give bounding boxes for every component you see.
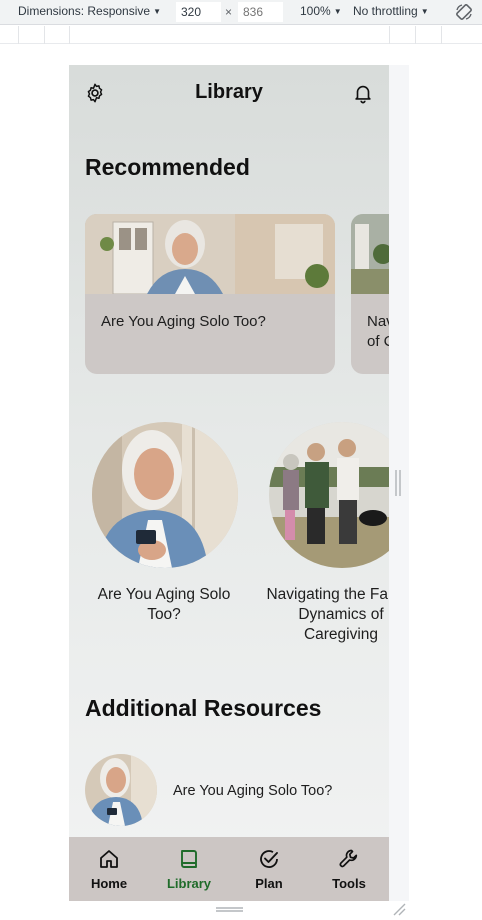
chevron-down-icon: ▼ — [333, 6, 342, 16]
card-photo-aging-solo — [85, 214, 335, 294]
recommended-card[interactable]: Navigating the Family Dynamics of Caregi… — [351, 214, 389, 374]
resource-label: Are You Aging Solo Too? — [173, 783, 333, 799]
nav-label: Library — [166, 876, 212, 891]
page-title: Library — [195, 81, 263, 103]
zoom-dropdown[interactable]: 100% ▼ — [300, 4, 342, 18]
dimensions-dropdown[interactable]: Dimensions: Responsive ▼ — [18, 4, 161, 18]
card-label: Navigating the Family Dynamics of Caregi… — [367, 313, 389, 350]
book-icon — [181, 850, 197, 868]
throttling-dropdown[interactable]: No throttling ▼ — [353, 4, 429, 18]
device-viewport: Library Recommended Are You Aging Solo T… — [69, 65, 389, 901]
width-input[interactable] — [176, 2, 221, 22]
chevron-down-icon: ▼ — [153, 6, 161, 16]
nav-item-library[interactable]: Library — [149, 837, 229, 901]
media-query-ruler — [0, 26, 482, 44]
nav-item-home[interactable]: Home — [69, 837, 149, 901]
app-header: Library — [69, 65, 389, 121]
nav-label: Tools — [332, 876, 366, 891]
device-toolbar: Dimensions: Responsive ▼ × 100% ▼ No thr… — [0, 0, 482, 25]
right-resize-handle[interactable] — [395, 470, 401, 496]
circle-caption: Navigating the Family Dynamics of Caregi… — [266, 586, 389, 643]
nav-label: Plan — [255, 876, 283, 891]
bottom-resize-handle[interactable] — [216, 907, 243, 912]
height-input[interactable] — [238, 2, 283, 22]
bell-icon[interactable] — [352, 82, 374, 104]
chevron-down-icon: ▼ — [420, 6, 429, 16]
wrench-icon — [339, 849, 358, 868]
circle-caption: Are You Aging Solo Too? — [97, 586, 231, 623]
nav-item-tools[interactable]: Tools — [309, 837, 389, 901]
dimensions-label: Dimensions: Responsive — [18, 4, 151, 18]
card-label: Are You Aging Solo Too? — [101, 313, 266, 330]
recommended-heading: Recommended — [85, 154, 250, 180]
home-icon — [100, 850, 118, 868]
nav-item-plan[interactable]: Plan — [229, 837, 309, 901]
rotate-icon[interactable] — [454, 2, 474, 22]
circle-photo-aging-solo — [92, 422, 238, 568]
recommended-card[interactable]: Are You Aging Solo Too? — [85, 214, 335, 374]
resource-thumb — [85, 754, 157, 826]
additional-resources-heading: Additional Resources — [85, 695, 322, 721]
check-circle-icon — [260, 850, 278, 868]
times-symbol: × — [225, 5, 233, 19]
list-item[interactable]: Are You Aging Solo Too? — [85, 754, 385, 828]
nav-label: Home — [90, 876, 128, 891]
corner-resize-icon[interactable] — [392, 902, 406, 916]
circle-photo-family-dynamics — [269, 422, 389, 568]
zoom-label: 100% — [300, 4, 331, 18]
card-photo-family-dynamics — [351, 214, 389, 294]
throttling-label: No throttling — [353, 4, 418, 18]
bottom-nav: Home Library Plan Tools — [69, 837, 389, 901]
